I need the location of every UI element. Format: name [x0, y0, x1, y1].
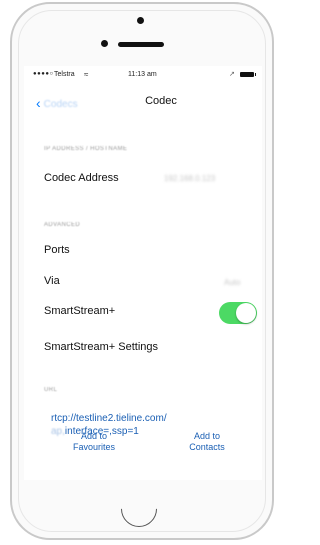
codec-address-label[interactable]: Codec Address [44, 172, 119, 184]
status-time: 11:13 am [128, 71, 157, 78]
add-to-favourites-line-2: Favourites [72, 442, 116, 452]
section-header-address: IP ADDRESS / HOSTNAME [44, 146, 128, 152]
smartstream-toggle[interactable] [219, 302, 257, 324]
wifi-icon: ≈ [84, 70, 89, 79]
ports-row[interactable]: Ports [44, 244, 70, 256]
add-to-contacts-line-1: Add to [193, 431, 221, 441]
add-to-contacts-button[interactable]: Add to Contacts [167, 431, 247, 453]
carrier-name: Telstra [54, 71, 75, 78]
add-to-favourites-button[interactable]: Add to Favourites [54, 431, 134, 453]
proximity-sensor [101, 40, 108, 47]
location-icon: ↗ [229, 71, 235, 78]
navigation-bar: ‹ Codecs Codec [24, 88, 262, 118]
toggle-knob [236, 303, 256, 323]
section-header-advanced: ADVANCED [44, 222, 81, 228]
add-to-favourites-line-1: Add to [80, 431, 108, 441]
smartstream-row: SmartStream+ [44, 305, 116, 317]
screen: ●●●●○ Telstra ≈ 11:13 am ↗ ‹ Codecs Codec… [24, 66, 262, 480]
via-row[interactable]: Via [44, 275, 60, 287]
add-to-contacts-line-2: Contacts [189, 442, 225, 452]
url-line-1: rtcp://testline2.tieline.com/ [51, 413, 167, 424]
battery-icon [240, 72, 256, 77]
via-value[interactable]: Auto [224, 278, 240, 287]
front-camera [137, 17, 144, 24]
status-bar: ●●●●○ Telstra ≈ 11:13 am ↗ [24, 66, 262, 84]
earpiece-speaker [118, 42, 164, 47]
codec-address-value[interactable]: 192.168.0.123 [164, 174, 215, 183]
signal-strength-icon: ●●●●○ [33, 71, 54, 77]
page-title: Codec [145, 95, 177, 107]
smartstream-settings-row[interactable]: SmartStream+ Settings [44, 341, 158, 353]
section-header-url: URL [44, 387, 58, 393]
